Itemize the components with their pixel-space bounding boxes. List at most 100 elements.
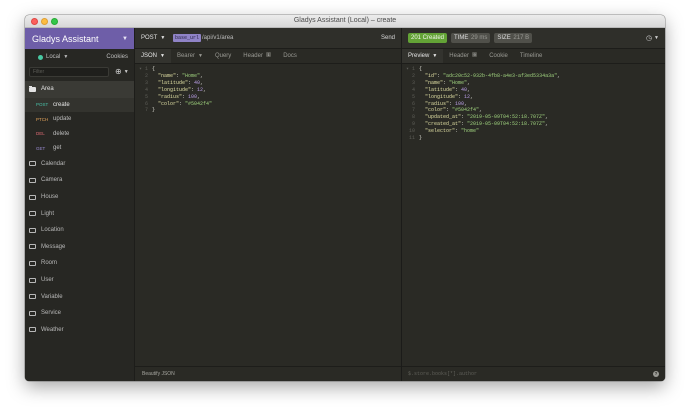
response-body-line: 10 "selector": "home" xyxy=(402,128,665,135)
folder-open-icon xyxy=(29,85,36,92)
request-item-create[interactable]: POST create xyxy=(25,97,134,113)
line-number: ▾ 1 xyxy=(405,66,415,72)
response-filter-input[interactable]: $.store.books[*].author xyxy=(408,371,477,377)
plus-circle-icon: ⊕ xyxy=(115,67,122,76)
tab-label: Docs xyxy=(283,53,297,59)
request-item-get[interactable]: GET get xyxy=(25,141,134,156)
response-body-line: 9 "created_at": "2019-05-09T04:52:18.707… xyxy=(402,121,665,128)
filter-input[interactable] xyxy=(29,66,109,77)
folder-icon xyxy=(29,211,36,217)
line-number: ▾ 1 xyxy=(138,66,148,72)
line-number: 2 xyxy=(144,72,148,79)
folder-user[interactable]: User xyxy=(25,272,134,289)
code-text: { xyxy=(419,66,423,72)
chevron-down-icon: ▼ xyxy=(123,68,129,75)
folder-label: Light xyxy=(41,210,55,217)
request-body-line: 7} xyxy=(135,107,401,114)
folder-label: Area xyxy=(41,86,54,93)
tab-cookie[interactable]: Cookie xyxy=(483,49,514,63)
chevron-down-icon: ▼ xyxy=(654,35,659,41)
chevron-down-icon: ▼ xyxy=(197,53,203,59)
folder-icon xyxy=(29,260,36,266)
folder-label: Service xyxy=(41,310,62,317)
folder-weather[interactable]: Weather xyxy=(25,322,134,339)
tab-docs[interactable]: Docs xyxy=(277,49,303,63)
code-text: "name": "Home", xyxy=(158,72,204,79)
folder-label: Variable xyxy=(41,293,63,300)
code-text: "color": "#5042f4", xyxy=(425,107,483,114)
folder-icon xyxy=(29,161,36,167)
tab-timeline[interactable]: Timeline xyxy=(514,49,548,63)
tab-bearer[interactable]: Bearer ▼ xyxy=(171,49,209,63)
folder-area[interactable]: Area xyxy=(25,81,134,98)
response-body-line: 6 "radius": 100, xyxy=(402,101,665,108)
line-number: 5 xyxy=(144,93,148,100)
request-item-update[interactable]: PTCH update xyxy=(25,112,134,127)
line-number: 2 xyxy=(411,72,415,79)
folder-room[interactable]: Room xyxy=(25,255,134,272)
folder-label: User xyxy=(41,277,54,284)
request-body-line: 2 "name": "Home", xyxy=(135,73,401,80)
tab-label: Preview xyxy=(408,53,430,59)
folder-variable[interactable]: Variable xyxy=(25,288,134,305)
add-item-button[interactable]: ⊕ ▼ xyxy=(115,67,129,76)
code-text: { xyxy=(152,66,156,72)
request-tabs: JSON ▼ Bearer ▼ Query Header 1 Docs xyxy=(135,49,401,64)
environment-selector[interactable]: Local ▼ xyxy=(38,54,68,60)
line-number: 11 xyxy=(408,135,415,142)
request-body-line: ▾ 1 { xyxy=(135,66,401,73)
environment-row: Local ▼ Cookies xyxy=(25,49,134,65)
window-title: Gladys Assistant (Local) – create xyxy=(293,17,397,24)
tab-header[interactable]: Header 1 xyxy=(237,49,277,63)
cookies-button[interactable]: Cookies xyxy=(106,54,128,60)
beautify-json-button[interactable]: Beautify JSON xyxy=(142,371,175,377)
response-status-bar: 201 Created TIME 29 ms SIZE 217 B ◷ ▼ xyxy=(402,28,665,49)
workspace-selector[interactable]: Gladys Assistant ▼ xyxy=(25,28,134,49)
folder-service[interactable]: Service xyxy=(25,305,134,322)
url-variable-chip[interactable]: base_url xyxy=(173,34,202,42)
folder-icon xyxy=(29,327,36,333)
chevron-down-icon: ▼ xyxy=(432,53,438,59)
folder-message[interactable]: Message xyxy=(25,239,134,256)
url-input[interactable]: /api/v1/area xyxy=(202,35,233,41)
folder-calendar[interactable]: Calendar xyxy=(25,156,134,173)
folder-icon xyxy=(29,227,36,233)
code-text: "updated_at": "2019-05-09T04:52:18.707Z"… xyxy=(425,114,549,121)
tab-query[interactable]: Query xyxy=(209,49,237,63)
folder-label: Room xyxy=(41,260,58,267)
tab-label: Header xyxy=(449,53,469,59)
title-bar: Gladys Assistant (Local) – create xyxy=(25,15,665,28)
size-badge: SIZE 217 B xyxy=(494,33,533,43)
line-number: 4 xyxy=(144,86,148,93)
history-button[interactable]: ◷ ▼ xyxy=(646,34,659,42)
method-dropdown[interactable]: POST ▼ xyxy=(141,35,171,41)
size-value: 217 B xyxy=(513,35,530,41)
code-text: } xyxy=(419,135,423,142)
response-body-viewer[interactable]: ▾ 1 {2 "id": "adc20c52-932b-4fb8-a4e3-af3… xyxy=(402,64,665,366)
help-icon[interactable]: ? xyxy=(653,371,659,377)
response-body-line: 11} xyxy=(402,135,665,142)
chevron-down-icon: ▼ xyxy=(160,35,166,41)
line-number: 7 xyxy=(144,107,148,114)
folder-icon xyxy=(29,294,36,300)
tab-json[interactable]: JSON ▼ xyxy=(135,49,171,63)
request-body-editor[interactable]: ▾ 1{2 "name": "Home", 3 "latitude": 40, 4 … xyxy=(135,64,401,366)
folder-house[interactable]: House xyxy=(25,189,134,206)
folder-light[interactable]: Light xyxy=(25,205,134,222)
environment-color-dot xyxy=(38,54,43,60)
tab-preview[interactable]: Preview ▼ xyxy=(402,49,444,63)
request-item-delete[interactable]: DEL delete xyxy=(25,127,134,142)
size-label: SIZE xyxy=(497,35,511,41)
tab-response-header[interactable]: Header 9 xyxy=(443,49,483,63)
response-tabs: Preview ▼ Header 9 Cookie Timeline xyxy=(402,49,665,64)
tab-label: Bearer xyxy=(176,53,195,59)
send-button[interactable]: Send xyxy=(381,35,395,41)
code-text: "selector": "home" xyxy=(425,128,480,135)
app-window: Gladys Assistant (Local) – create Gladys… xyxy=(25,15,665,381)
line-number: 5 xyxy=(411,93,415,100)
request-pane: POST ▼ base_url /api/v1/area Send JSON ▼… xyxy=(135,28,402,381)
folder-location[interactable]: Location xyxy=(25,222,134,239)
code-text: "radius": 100, xyxy=(158,93,201,100)
folder-camera[interactable]: Camera xyxy=(25,172,134,189)
line-number: 4 xyxy=(411,86,415,93)
